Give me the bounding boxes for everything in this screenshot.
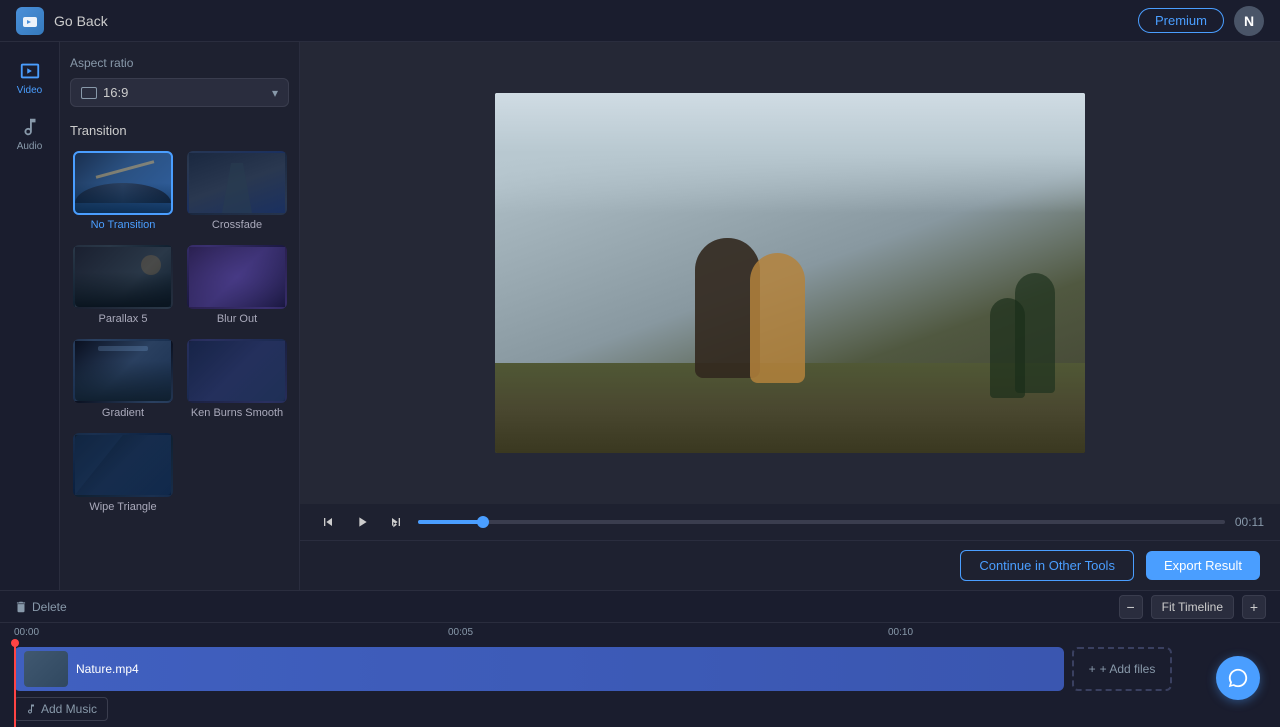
zoom-out-button[interactable]: − [1119,595,1143,619]
video-clip[interactable]: Nature.mp4 [14,647,1064,691]
zoom-in-button[interactable]: + [1242,595,1266,619]
transition-thumb-crossfade [187,151,287,215]
transition-parallax5[interactable]: Parallax 5 [70,242,176,328]
video-player [495,93,1085,453]
timeline-playhead [14,641,16,727]
sidebar-item-video[interactable]: Video [5,52,55,104]
timeline-ruler: 00:00 00:05 00:10 [0,623,1280,641]
transition-thumb-kenburns [187,339,287,403]
icon-bar: Video Audio [0,42,60,590]
play-button[interactable] [350,512,374,532]
continue-button[interactable]: Continue in Other Tools [960,550,1134,581]
main-layout: Video Audio Aspect ratio 16:9 ▾ Transiti… [0,42,1280,590]
skip-back-button[interactable] [316,512,340,532]
aspect-ratio-select[interactable]: 16:9 ▾ [70,78,289,107]
transition-no-transition[interactable]: No Transition [70,148,176,234]
premium-button[interactable]: Premium [1138,8,1224,33]
transition-thumb-parallax5 [73,245,173,309]
time-display: 00:11 [1235,515,1264,529]
transition-thumb-wipetriangle [73,433,173,497]
ruler-mark-1: 00:05 [448,627,473,638]
video-track: Nature.mp4 + + Add files [14,647,1266,691]
timeline-toolbar-right: − Fit Timeline + [1119,595,1266,619]
fit-timeline-button[interactable]: Fit Timeline [1151,595,1234,619]
action-bar: Continue in Other Tools Export Result [300,540,1280,590]
progress-fill [418,520,483,524]
transition-thumb-gradient [73,339,173,403]
transition-name-parallax5: Parallax 5 [99,313,148,325]
ruler-mark-0: 00:00 [14,627,39,638]
clip-name: Nature.mp4 [76,662,139,676]
transition-thumb-blurout [187,245,287,309]
video-frame [495,93,1085,453]
aspect-ratio-label: Aspect ratio [70,56,289,70]
person-right-coat [750,253,805,383]
clip-thumbnail [24,651,68,687]
timeline-toolbar-left: Delete [14,600,67,614]
go-back-button[interactable]: Go Back [54,13,108,29]
sidebar-item-audio[interactable]: Audio [5,108,55,160]
add-music-button[interactable]: Add Music [14,697,108,721]
transition-name-gradient: Gradient [102,407,144,419]
transition-wipetriangle[interactable]: Wipe Triangle [70,430,176,516]
transition-label: Transition [70,123,289,138]
transition-crossfade[interactable]: Crossfade [184,148,290,234]
transition-name-wipetriangle: Wipe Triangle [89,501,156,513]
add-files-icon: + [1089,662,1096,676]
topbar-right: Premium N [1138,6,1264,36]
export-button[interactable]: Export Result [1146,551,1260,580]
player-controls: 00:11 [300,504,1280,540]
transition-gradient[interactable]: Gradient [70,336,176,422]
left-panel: Aspect ratio 16:9 ▾ Transition No Transi… [60,42,300,590]
tree2 [990,298,1025,398]
delete-button[interactable]: Delete [14,600,67,614]
aspect-ratio-icon [81,87,97,99]
sidebar-item-video-label: Video [17,85,42,96]
transition-name-crossfade: Crossfade [212,219,262,231]
progress-bar[interactable] [418,520,1225,524]
add-files-label: + Add files [1100,662,1156,676]
aspect-ratio-value: 16:9 [103,85,128,100]
bridge-shape [75,183,171,203]
center-area: 00:11 Continue in Other Tools Export Res… [300,42,1280,590]
timeline-area: Delete − Fit Timeline + 00:00 00:05 00:1… [0,590,1280,720]
transition-blurout[interactable]: Blur Out [184,242,290,328]
light-effect [96,160,155,178]
skip-forward-button[interactable] [384,512,408,532]
sky-mist [495,93,1085,213]
transition-grid: No Transition Crossfade Parallax 5 [70,148,289,516]
delete-label: Delete [32,600,67,614]
sidebar-item-audio-label: Audio [17,141,43,152]
add-files-area[interactable]: + + Add files [1072,647,1172,691]
preview-area [300,42,1280,504]
topbar-left: Go Back [16,7,108,35]
app-icon [16,7,44,35]
transition-name-kenburns: Ken Burns Smooth [191,407,283,419]
avatar[interactable]: N [1234,6,1264,36]
aspect-ratio-select-left: 16:9 [81,85,128,100]
road-shape [222,163,252,213]
transition-kenburns[interactable]: Ken Burns Smooth [184,336,290,422]
ruler-mark-2: 00:10 [888,627,913,638]
timeline-tracks: Nature.mp4 + + Add files Add Music [0,641,1280,727]
support-chat-button[interactable] [1216,656,1260,700]
topbar: Go Back Premium N [0,0,1280,42]
transition-name-blurout: Blur Out [217,313,257,325]
transition-thumb-no-transition [73,151,173,215]
add-music-label: Add Music [41,702,97,716]
chevron-down-icon: ▾ [272,86,278,100]
progress-dot [477,516,489,528]
timeline-toolbar: Delete − Fit Timeline + [0,591,1280,623]
playhead-dot [11,639,19,647]
transition-name-no-transition: No Transition [91,219,156,231]
